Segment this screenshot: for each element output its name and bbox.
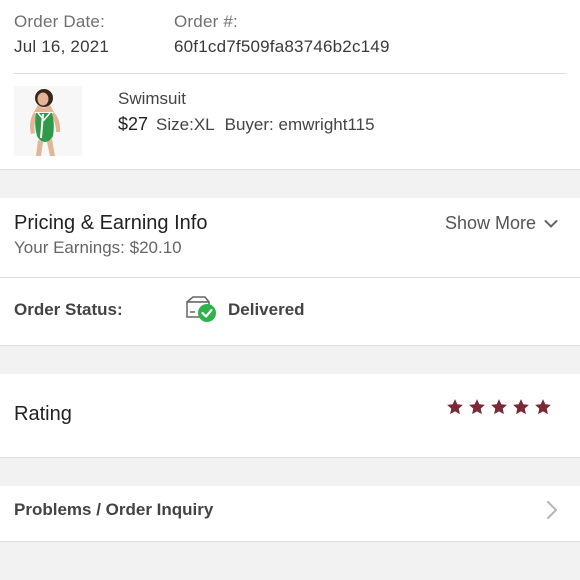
order-status-value: Delivered [228,300,305,319]
chevron-right-icon [547,501,557,519]
star-icon [535,399,551,415]
problems-label: Problems / Order Inquiry [14,500,214,519]
order-date-label: Order Date: [14,12,106,31]
item-price: $27 [118,114,149,134]
pricing-section: Pricing & Earning Info Your Earnings: $2… [0,198,580,278]
order-info-section: Order Date: Jul 16, 2021 Order #: 60f1cd… [0,0,580,170]
order-status-label: Order Status: [14,300,123,319]
divider [14,73,566,74]
problems-inquiry-row[interactable]: Problems / Order Inquiry [0,486,580,542]
rating-label: Rating [14,403,72,425]
rating-section: Rating [0,374,580,458]
show-more-button[interactable]: Show More [445,213,558,234]
order-date-value: Jul 16, 2021 [14,37,110,56]
item-meta: $27 Size:XL Buyer: emwright115 [118,114,375,135]
earnings-text: Your Earnings: $20.10 [14,238,182,257]
item-size: Size:XL [156,115,215,134]
order-number-label: Order #: [174,12,238,31]
order-number-value: 60f1cd7f509fa83746b2c149 [174,37,390,56]
item-buyer[interactable]: Buyer: emwright115 [225,115,375,134]
swimsuit-image [14,86,82,156]
star-rating [446,398,552,416]
item-title[interactable]: Swimsuit [118,89,186,109]
pricing-title: Pricing & Earning Info [14,212,208,234]
order-status-section: Order Status: Delivered [0,278,580,346]
star-icon [447,399,463,415]
package-delivered-icon [186,296,216,322]
star-icon [513,399,529,415]
show-more-label: Show More [444,213,536,233]
chevron-down-icon [544,219,558,228]
star-icon [491,399,507,415]
item-thumbnail[interactable] [14,86,82,156]
star-icon [469,399,485,415]
